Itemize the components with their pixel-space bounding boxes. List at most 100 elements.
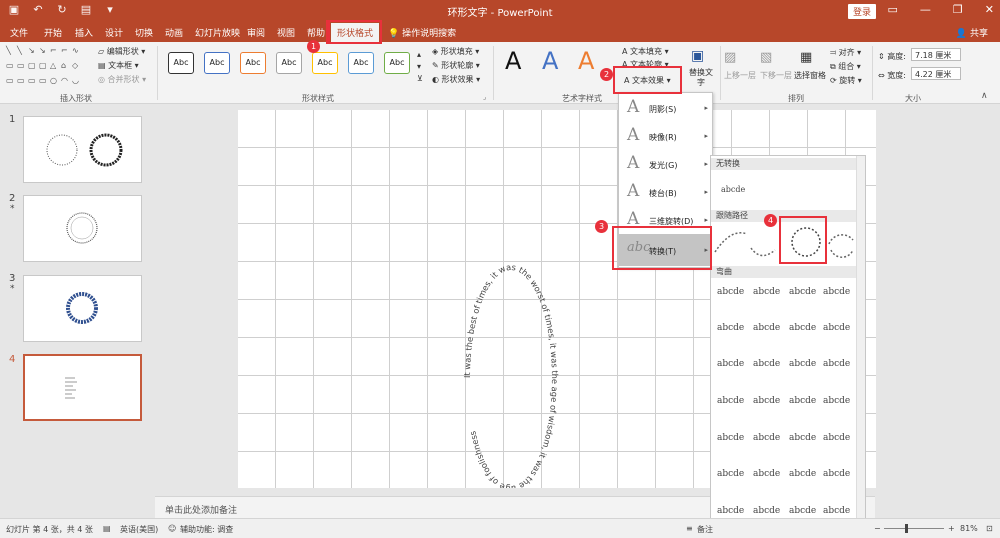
tab-home[interactable]: 开始 [44,26,62,39]
gallery-more-icon[interactable]: ⊻ [417,74,423,83]
warp-option[interactable]: abcde [717,396,744,406]
tab-help[interactable]: 帮助 [307,26,325,39]
slide-scrollbar[interactable] [988,104,1000,518]
shape-style-3[interactable]: Abc [240,52,266,74]
gallery-down-icon[interactable]: ▾ [417,62,421,71]
shape-style-6[interactable]: Abc [348,52,374,74]
warp-option[interactable]: abcde [789,323,816,333]
tab-transitions[interactable]: 切换 [135,26,153,39]
height-input[interactable]: 7.18 厘米 [911,48,961,61]
slide-thumbnail-1[interactable] [23,116,142,183]
merge-shapes-button[interactable]: ◎ 合并形状 ▾ [98,74,146,85]
shape-style-2[interactable]: Abc [204,52,230,74]
gallery-up-icon[interactable]: ▴ [417,50,421,59]
shape-gallery[interactable]: ╲ ╲ ↘ ↘ ⌐ ⌐ ∿ ▭ ▭ ▢ ▢ △ ⌂ ◇ ▭ ▭ ▭ ▭ ○ ◠ ◡ [6,46,82,88]
width-input[interactable]: 4.22 厘米 [911,67,961,80]
tab-review[interactable]: 审阅 [247,26,265,39]
collapse-ribbon-icon[interactable]: ∧ [981,91,988,101]
shape-style-7[interactable]: Abc [384,52,410,74]
warp-option[interactable]: abcde [753,506,780,516]
edit-shape-button[interactable]: ▱ 编辑形状 ▾ [98,46,145,57]
warp-option[interactable]: abcde [823,287,850,297]
shape-style-5[interactable]: Abc [312,52,338,74]
maximize-icon[interactable]: ❐ [953,3,963,16]
tab-slideshow[interactable]: 幻灯片放映 [195,26,240,39]
align-button[interactable]: ⫤ 对齐 ▾ [830,47,861,58]
menu-item-bevel[interactable]: A 棱台(B) ▸ [619,178,714,206]
slide-thumbnail-2[interactable] [23,195,142,262]
accessibility-status[interactable]: 辅助功能: 调查 [180,524,233,535]
warp-option[interactable]: abcde [717,433,744,443]
text-fill-button[interactable]: A 文本填充 ▾ [622,46,669,57]
zoom-slider[interactable] [884,528,944,529]
bring-forward-button[interactable]: 上移一层 [724,70,756,81]
menu-item-glow[interactable]: A 发光(G) ▸ [619,150,714,178]
warp-option[interactable]: abcde [789,433,816,443]
alt-text-button[interactable]: 替换文字 [689,68,713,88]
wordart-style-blue[interactable]: A [542,47,558,75]
shape-style-4[interactable]: Abc [276,52,302,74]
shape-fill-button[interactable]: ◈ 形状填充 ▾ [432,46,479,57]
spellcheck-icon[interactable]: ▤ [103,524,111,533]
share-button[interactable]: 👤 共享 [956,26,988,39]
tab-animations[interactable]: 动画 [165,26,183,39]
warp-option[interactable]: abcde [823,396,850,406]
shape-effects-button[interactable]: ◐ 形状效果 ▾ [432,74,480,85]
wordart-style-orange[interactable]: A [578,47,594,75]
zoom-level[interactable]: 81% [960,524,978,533]
warp-option[interactable]: abcde [823,323,850,333]
warp-option[interactable]: abcde [753,433,780,443]
warp-option[interactable]: abcde [823,506,850,516]
warp-option[interactable]: abcde [717,469,744,479]
accessibility-icon[interactable]: ☺ [168,524,176,533]
warp-option[interactable]: abcde [717,359,744,369]
shape-style-1[interactable]: Abc [168,52,194,74]
login-button[interactable]: 登录 [848,4,877,19]
notes-icon[interactable]: ≡ [686,524,693,533]
warp-option[interactable]: abcde [789,396,816,406]
warp-option[interactable]: abcde [823,359,850,369]
warp-option[interactable]: abcde [717,323,744,333]
warp-option[interactable]: abcde [717,506,744,516]
selection-pane-button[interactable]: 选择窗格 [794,70,826,81]
slide-thumbnail-4[interactable] [23,354,142,421]
zoom-in-icon[interactable]: + [948,524,955,533]
warp-option[interactable]: abcde [753,287,780,297]
wordart-style-black[interactable]: A [505,47,521,75]
dialog-launcher-icon[interactable]: ⌟ [483,93,486,101]
warp-option[interactable]: abcde [823,469,850,479]
group-button[interactable]: ⧉ 组合 ▾ [830,61,861,72]
slide-thumbnail-3[interactable] [23,275,142,342]
tab-insert[interactable]: 插入 [75,26,93,39]
warp-option[interactable]: abcde [823,433,850,443]
warp-option[interactable]: abcde [789,359,816,369]
warp-option[interactable]: abcde [789,287,816,297]
send-backward-button[interactable]: 下移一层 [760,70,792,81]
rotate-button[interactable]: ⟳ 旋转 ▾ [830,75,862,86]
warp-option[interactable]: abcde [789,469,816,479]
zoom-out-icon[interactable]: − [874,524,881,533]
bring-forward-icon[interactable]: ▨ [724,50,736,65]
notes-button[interactable]: 备注 [697,524,713,535]
alt-text-icon[interactable]: ▣ [691,48,704,64]
warp-option[interactable]: abcde [753,359,780,369]
warp-option[interactable]: abcde [753,469,780,479]
tell-me-search[interactable]: 💡 操作说明搜索 [388,26,456,39]
send-backward-icon[interactable]: ▧ [760,50,772,65]
gallery-scrollbar[interactable] [856,156,865,526]
close-icon[interactable]: ✕ [985,3,994,16]
selection-pane-icon[interactable]: ▦ [800,50,812,65]
minimize-icon[interactable]: — [920,3,931,16]
warp-option[interactable]: abcde [753,396,780,406]
transform-none[interactable]: abcde [721,185,745,194]
menu-item-shadow[interactable]: A 阴影(S) ▸ [619,94,714,122]
shape-outline-button[interactable]: ✎ 形状轮廓 ▾ [432,60,480,71]
warp-option[interactable]: abcde [789,506,816,516]
textbox-button[interactable]: ▤ 文本框 ▾ [98,60,139,71]
ribbon-display-icon[interactable]: ▭ [888,3,898,16]
zoom-slider-thumb[interactable] [905,524,908,533]
tab-file[interactable]: 文件 [10,26,28,39]
warp-option[interactable]: abcde [717,287,744,297]
warp-option[interactable]: abcde [753,323,780,333]
language-status[interactable]: 英语(美国) [120,524,158,535]
